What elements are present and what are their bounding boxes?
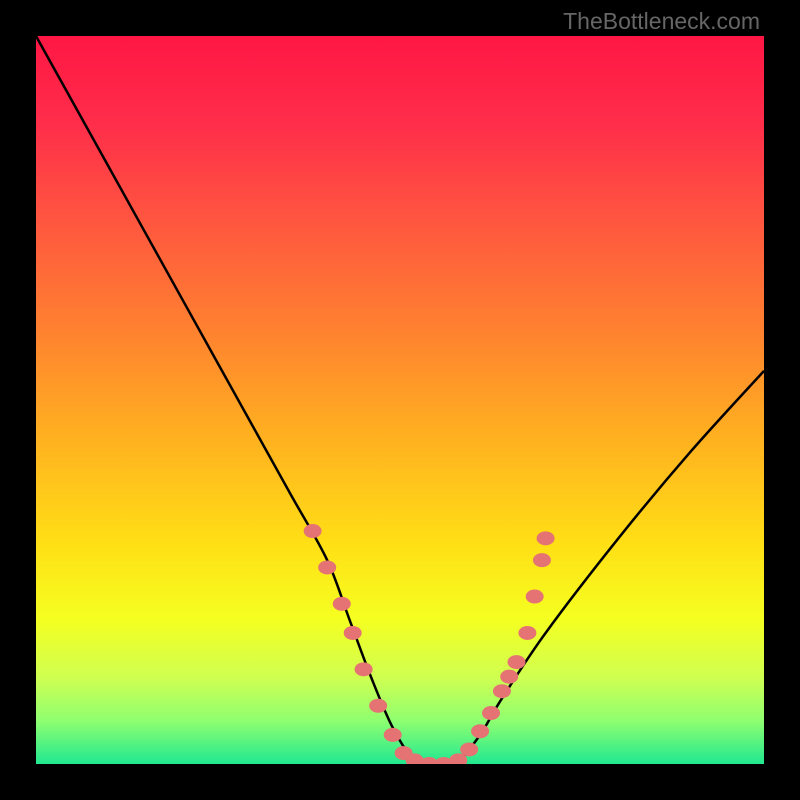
data-marker — [482, 706, 500, 720]
data-markers — [304, 524, 555, 764]
data-marker — [526, 590, 544, 604]
data-marker — [369, 699, 387, 713]
data-marker — [471, 724, 489, 738]
data-marker — [500, 670, 518, 684]
data-marker — [344, 626, 362, 640]
curve-layer — [36, 36, 764, 764]
data-marker — [533, 553, 551, 567]
data-marker — [493, 684, 511, 698]
watermark-text: TheBottleneck.com — [563, 8, 760, 35]
data-marker — [518, 626, 536, 640]
data-marker — [460, 742, 478, 756]
plot-area — [36, 36, 764, 764]
chart-container: TheBottleneck.com — [0, 0, 800, 800]
data-marker — [355, 662, 373, 676]
data-marker — [318, 560, 336, 574]
data-marker — [384, 728, 402, 742]
data-marker — [507, 655, 525, 669]
data-marker — [537, 531, 555, 545]
bottleneck-curve — [36, 36, 764, 764]
data-marker — [304, 524, 322, 538]
data-marker — [333, 597, 351, 611]
